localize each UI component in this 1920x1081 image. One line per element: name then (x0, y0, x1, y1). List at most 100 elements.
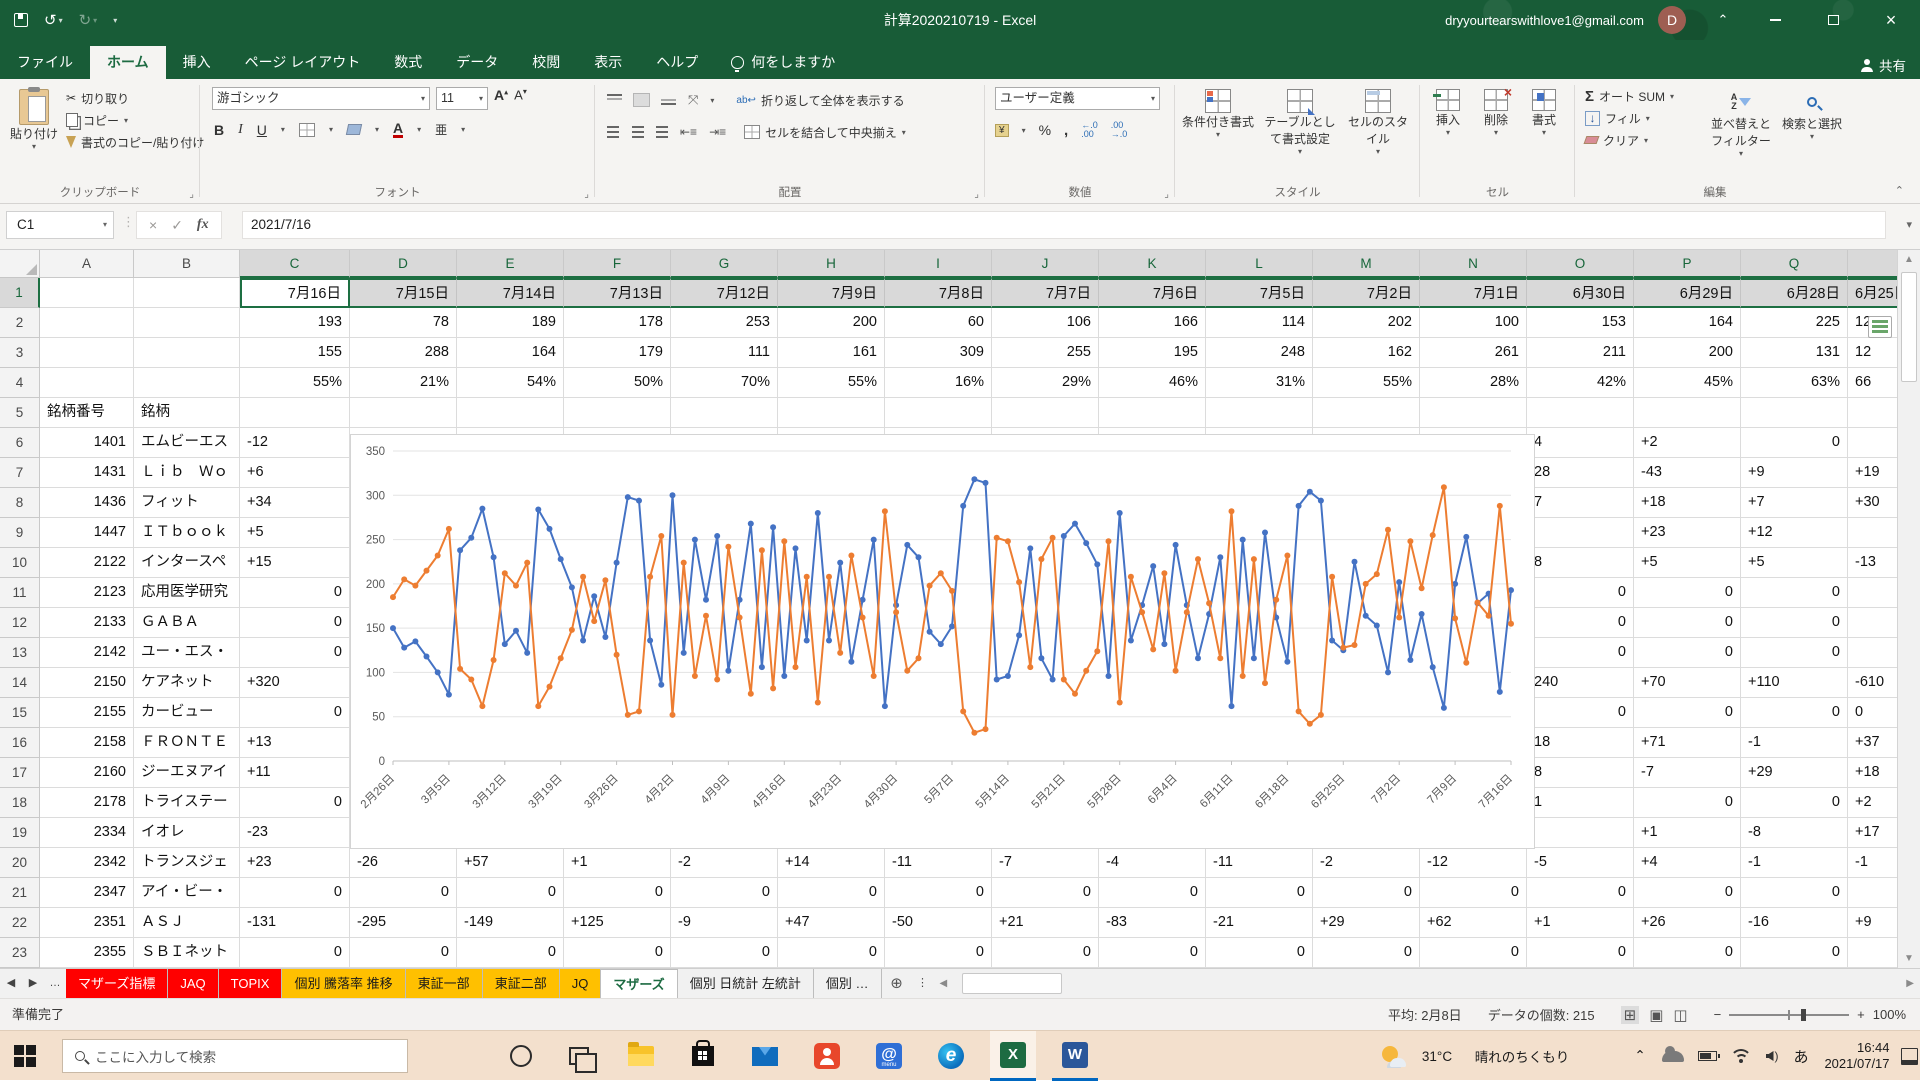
cell-D21[interactable]: 0 (350, 878, 457, 908)
cell-O1[interactable]: 6月30日 (1527, 278, 1634, 308)
col-header-K[interactable]: K (1099, 250, 1206, 278)
row-header-22[interactable]: 22 (0, 908, 40, 938)
select-all-corner[interactable] (0, 250, 40, 278)
cell-I23[interactable]: 0 (885, 938, 992, 968)
cell-Q17[interactable]: +29 (1741, 758, 1848, 788)
paste-options-smart-tag-icon[interactable] (1868, 316, 1892, 338)
cell-O16[interactable]: 18 (1527, 728, 1634, 758)
cell-C17[interactable]: +11 (240, 758, 350, 788)
cell-M3[interactable]: 162 (1313, 338, 1420, 368)
restore-button[interactable] (1804, 0, 1862, 40)
cell-R1[interactable]: 6月25日 (1848, 278, 1897, 308)
cell-Q14[interactable]: +110 (1741, 668, 1848, 698)
cell-B12[interactable]: ＧＡＢＡ (134, 608, 240, 638)
cell-L5[interactable] (1206, 398, 1313, 428)
ribbon-tab-データ[interactable]: データ (439, 46, 515, 79)
minimize-button[interactable] (1746, 0, 1804, 40)
cell-B10[interactable]: インタースペ (134, 548, 240, 578)
sheet-tab-TOPIX[interactable]: TOPIX (219, 969, 283, 998)
cell-G22[interactable]: -9 (671, 908, 778, 938)
row-header-7[interactable]: 7 (0, 458, 40, 488)
cell-F23[interactable]: 0 (564, 938, 671, 968)
cell-J2[interactable]: 106 (992, 308, 1099, 338)
zoom-slider-thumb[interactable] (1801, 1009, 1806, 1021)
cell-A11[interactable]: 2123 (40, 578, 134, 608)
cell-R23[interactable] (1848, 938, 1897, 968)
col-header-D[interactable]: D (350, 250, 457, 278)
wifi-tray-icon[interactable] (1726, 1031, 1756, 1081)
cell-B23[interactable]: ＳＢＩネット (134, 938, 240, 968)
cell-O21[interactable]: 0 (1527, 878, 1634, 908)
cell-K22[interactable]: -83 (1099, 908, 1206, 938)
cell-B20[interactable]: トランスジェ (134, 848, 240, 878)
cell-C3[interactable]: 155 (240, 338, 350, 368)
menu-app-button[interactable]: @menu (866, 1031, 912, 1081)
cell-I1[interactable]: 7月8日 (885, 278, 992, 308)
clear-button[interactable]: クリア▾ (1585, 129, 1674, 151)
zoom-out-icon[interactable]: − (1714, 1007, 1722, 1022)
cell-O17[interactable]: 8 (1527, 758, 1634, 788)
zoom-in-icon[interactable]: + (1857, 1007, 1865, 1022)
cell-A23[interactable]: 2355 (40, 938, 134, 968)
bold-button[interactable]: B (214, 122, 224, 138)
ribbon-display-options-icon[interactable]: ⌃ (1700, 0, 1746, 40)
cell-A4[interactable] (40, 368, 134, 398)
row-header-19[interactable]: 19 (0, 818, 40, 848)
cell-M1[interactable]: 7月2日 (1313, 278, 1420, 308)
increase-indent-icon[interactable]: ⇥≡ (709, 125, 726, 139)
align-middle-icon[interactable] (634, 94, 649, 106)
cell-M22[interactable]: +29 (1313, 908, 1420, 938)
row-header-14[interactable]: 14 (0, 668, 40, 698)
horizontal-scrollbar[interactable]: ◀ ▶ (934, 969, 1920, 998)
copy-button[interactable]: コピー▾ (66, 109, 204, 131)
cell-L21[interactable]: 0 (1206, 878, 1313, 908)
cell-D1[interactable]: 7月15日 (350, 278, 457, 308)
cell-D2[interactable]: 78 (350, 308, 457, 338)
cell-G3[interactable]: 111 (671, 338, 778, 368)
cell-A15[interactable]: 2155 (40, 698, 134, 728)
sheet-tab-JQ[interactable]: JQ (560, 969, 602, 998)
cell-B21[interactable]: アイ・ビー・ (134, 878, 240, 908)
cell-I21[interactable]: 0 (885, 878, 992, 908)
wrap-text-button[interactable]: ab↩ 折り返して全体を表示する (736, 89, 904, 111)
cell-O13[interactable]: 0 (1527, 638, 1634, 668)
cell-Q1[interactable]: 6月28日 (1741, 278, 1848, 308)
cell-J21[interactable]: 0 (992, 878, 1099, 908)
cell-Q4[interactable]: 63% (1741, 368, 1848, 398)
col-header-I[interactable]: I (885, 250, 992, 278)
ribbon-tab-挿入[interactable]: 挿入 (166, 46, 228, 79)
paste-button[interactable]: 貼り付け ▾ (8, 83, 60, 151)
conditional-formatting-button[interactable]: 条件付き書式▾ (1179, 83, 1257, 139)
cell-G21[interactable]: 0 (671, 878, 778, 908)
onedrive-tray-icon[interactable] (1658, 1031, 1688, 1081)
cell-N3[interactable]: 261 (1420, 338, 1527, 368)
cell-I4[interactable]: 16% (885, 368, 992, 398)
row-header-12[interactable]: 12 (0, 608, 40, 638)
cell-R19[interactable]: +17 (1848, 818, 1897, 848)
cell-A5[interactable]: 銘柄番号 (40, 398, 134, 428)
col-header-M[interactable]: M (1313, 250, 1420, 278)
cell-A3[interactable] (40, 338, 134, 368)
sheet-tab-個別 騰落率 推移[interactable]: 個別 騰落率 推移 (282, 969, 405, 998)
word-taskbar-button[interactable]: W (1052, 1031, 1098, 1081)
cell-O14[interactable]: 240 (1527, 668, 1634, 698)
tab-splitter-handle[interactable]: ⋮ (912, 969, 934, 998)
cell-Q21[interactable]: 0 (1741, 878, 1848, 908)
col-header-C[interactable]: C (240, 250, 350, 278)
cell-E5[interactable] (457, 398, 564, 428)
cell-F20[interactable]: +1 (564, 848, 671, 878)
cell-C1[interactable]: 7月16日 (240, 278, 350, 308)
clipboard-dialog-launcher-icon[interactable]: ⌟ (189, 189, 194, 200)
cell-O12[interactable]: 0 (1527, 608, 1634, 638)
cell-B1[interactable] (134, 278, 240, 308)
cell-I3[interactable]: 309 (885, 338, 992, 368)
cell-Q23[interactable]: 0 (1741, 938, 1848, 968)
cell-P23[interactable]: 0 (1634, 938, 1741, 968)
cell-A6[interactable]: 1401 (40, 428, 134, 458)
sort-filter-button[interactable]: AZ 並べ替えとフィルター▾ (1705, 83, 1777, 158)
cell-M21[interactable]: 0 (1313, 878, 1420, 908)
start-button[interactable] (0, 1031, 50, 1081)
cell-O4[interactable]: 42% (1527, 368, 1634, 398)
cell-F3[interactable]: 179 (564, 338, 671, 368)
share-button[interactable]: 共有 (1861, 55, 1906, 75)
